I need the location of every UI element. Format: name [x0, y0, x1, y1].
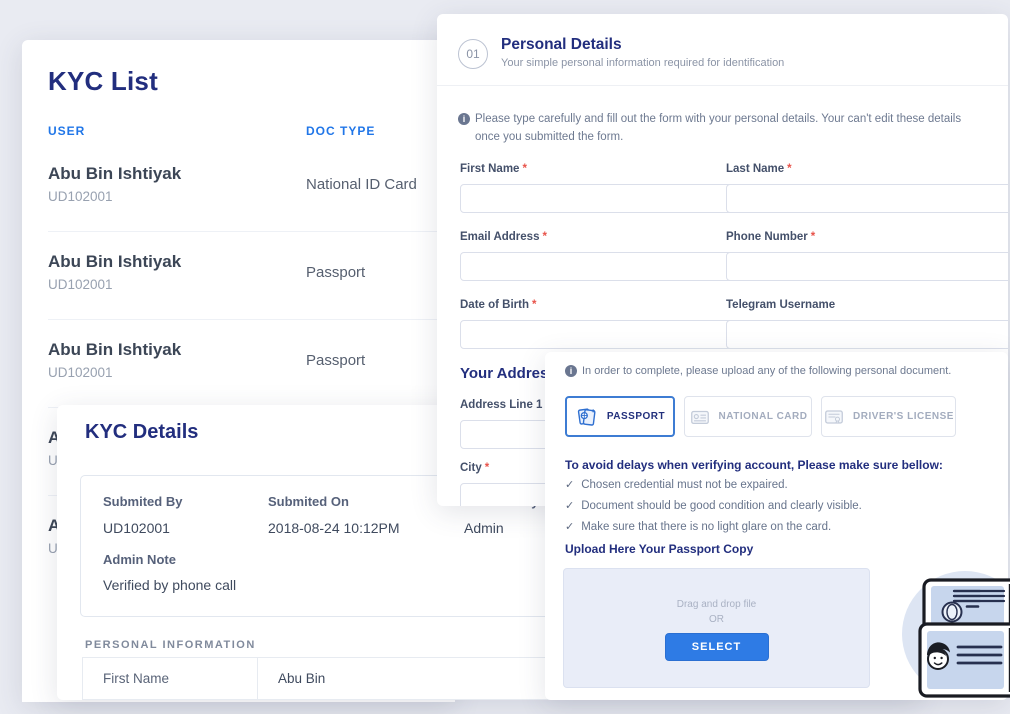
submitted-on-label: Submited On	[268, 494, 349, 509]
your-address-title: Your Address	[460, 365, 557, 382]
user-name: Abu Bin Ishtiyak	[48, 320, 445, 360]
kyc-list-row[interactable]: Abu Bin Ishtiyak UD102001 Passport	[48, 232, 445, 320]
personal-details-subtitle: Your simple personal information require…	[501, 57, 784, 69]
checklist-item: ✓ Document should be good condition and c…	[565, 499, 862, 512]
phone-label: Phone Number*	[726, 231, 972, 243]
step-indicator: 01	[458, 39, 488, 69]
label-text: Telegram Username	[726, 299, 835, 311]
checklist-item: ✓ Chosen credential must not be expaired.	[565, 478, 788, 491]
select-file-button[interactable]: SELECT	[665, 633, 769, 661]
admin-note-label: Admin Note	[103, 552, 176, 567]
check-icon: ✓	[565, 500, 574, 512]
user-id: UD102001	[48, 365, 445, 380]
required-mark: *	[542, 231, 546, 243]
checked-by-value: Admin	[464, 520, 504, 536]
last-name-input[interactable]	[726, 184, 1008, 213]
doc-type-passport-button[interactable]: PASSPORT	[565, 396, 675, 437]
submitted-by-label: Submited By	[103, 494, 182, 509]
required-mark: *	[787, 163, 791, 175]
verification-warning-title: To avoid delays when verifying account, …	[565, 458, 943, 472]
form-instruction-note: i Please type carefully and fill out the…	[458, 111, 986, 146]
personal-information-section-header: PERSONAL INFORMATION	[85, 639, 256, 651]
document-type-options: PASSPORT NATIONAL CARD DRIVER'S LICENSE	[565, 396, 956, 437]
column-header-doc-type: DOC TYPE	[306, 124, 375, 138]
personal-details-title: Personal Details	[501, 36, 622, 54]
kyc-details-title: KYC Details	[85, 421, 198, 444]
dropzone-text: Drag and drop file	[564, 599, 869, 610]
check-icon: ✓	[565, 521, 574, 533]
kyc-list-title: KYC List	[48, 66, 158, 97]
doc-type-label: PASSPORT	[607, 411, 665, 422]
column-header-user: USER	[48, 124, 85, 138]
checklist-item: ✓ Make sure that there is no light glare …	[565, 520, 831, 533]
doc-type-label: DRIVER'S LICENSE	[853, 411, 954, 422]
doc-type: National ID Card	[306, 176, 417, 193]
label-text: City	[460, 462, 482, 474]
check-icon: ✓	[565, 479, 574, 491]
first-name-label: First Name*	[460, 163, 707, 175]
submitted-on-value: 2018-08-24 10:12PM	[268, 520, 400, 536]
label-text: Date of Birth	[460, 299, 529, 311]
label-text: Last Name	[726, 163, 784, 175]
divider	[437, 85, 1008, 86]
doc-type-drivers-license-button[interactable]: DRIVER'S LICENSE	[821, 396, 956, 437]
admin-note-value: Verified by phone call	[103, 577, 236, 593]
file-dropzone[interactable]: Drag and drop file OR SELECT	[563, 568, 870, 688]
doc-type-national-card-button[interactable]: NATIONAL CARD	[684, 396, 812, 437]
national-card-icon	[689, 406, 711, 428]
label-text: Phone Number	[726, 231, 808, 243]
kyc-admin-page: KYC List USER DOC TYPE Abu Bin Ishtiyak …	[0, 0, 1010, 714]
required-mark: *	[485, 462, 489, 474]
doc-type: Passport	[306, 264, 365, 281]
label-text: First Name	[460, 163, 519, 175]
checklist-text: Document should be good condition and cl…	[581, 500, 862, 512]
dob-label: Date of Birth*	[460, 299, 707, 311]
checklist-text: Make sure that there is no light glare o…	[581, 521, 831, 533]
submitted-by-value: UD102001	[103, 520, 170, 536]
note-text: In order to complete, please upload any …	[582, 365, 951, 377]
doc-type-label: NATIONAL CARD	[719, 411, 808, 422]
upload-copy-title: Upload Here Your Passport Copy	[565, 542, 753, 556]
telegram-label: Telegram Username	[726, 299, 972, 311]
required-mark: *	[522, 163, 526, 175]
upload-instruction-note: i In order to complete, please upload an…	[565, 363, 997, 381]
label-text: Address Line 1	[460, 399, 542, 411]
doc-type: Passport	[306, 352, 365, 369]
kyc-list-row[interactable]: Abu Bin Ishtiyak UD102001 National ID Ca…	[48, 144, 445, 232]
required-mark: *	[532, 299, 536, 311]
id-cards-illustration	[900, 560, 1010, 710]
user-name: Abu Bin Ishtiyak	[48, 232, 445, 272]
table-row-label: First Name	[83, 658, 258, 699]
telegram-input[interactable]	[726, 320, 1008, 349]
info-icon: i	[565, 365, 577, 377]
kyc-list-row[interactable]: Abu Bin Ishtiyak UD102001 Passport	[48, 320, 445, 408]
note-text: Please type carefully and fill out the f…	[475, 113, 961, 143]
last-name-label: Last Name*	[726, 163, 972, 175]
label-text: Email Address	[460, 231, 539, 243]
email-label: Email Address*	[460, 231, 707, 243]
phone-input[interactable]	[726, 252, 1008, 281]
user-id: UD102001	[48, 277, 445, 292]
dropzone-or-text: OR	[564, 614, 869, 625]
required-mark: *	[811, 231, 815, 243]
checklist-text: Chosen credential must not be expaired.	[581, 479, 787, 491]
info-icon: i	[458, 113, 470, 125]
drivers-license-icon	[823, 406, 845, 428]
passport-icon	[575, 405, 599, 429]
